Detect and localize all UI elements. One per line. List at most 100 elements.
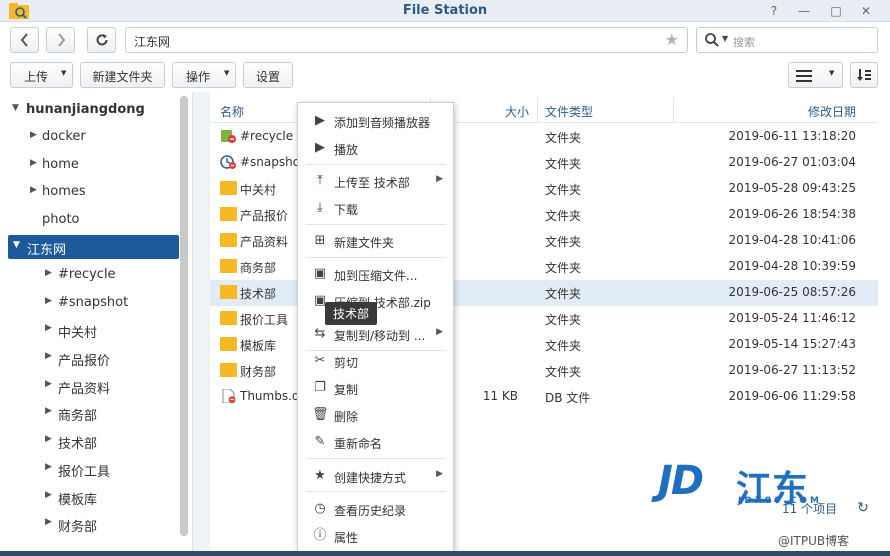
- caret-down-icon: ▼: [829, 69, 835, 77]
- watermark-credit: @ITPUB博客: [778, 534, 850, 548]
- menu-separator: [306, 257, 446, 258]
- forward-button[interactable]: [46, 27, 75, 53]
- context-menu: ▶ 添加到音频播放器 ▶ 播放 ⤒ 上传至 技术部 ▶ ⤓ 下载 ⊞ 新建文件夹…: [297, 102, 454, 552]
- view-mode-button[interactable]: ▼: [788, 62, 843, 88]
- caret-right-icon: ▶: [30, 158, 37, 168]
- upload-button[interactable]: 上传 ▼: [10, 62, 73, 88]
- menu-item-create-shortcut[interactable]: ★ 创建快捷方式 ▶: [298, 463, 453, 489]
- panel-splitter[interactable]: [192, 92, 210, 556]
- caret-right-icon: ▶: [45, 268, 52, 278]
- maximize-button[interactable]: □: [828, 3, 844, 19]
- folder-tree: ▼ hunanjiangdong ▶ docker ▶ home ▶ homes…: [0, 92, 192, 556]
- info-icon: ⓘ: [313, 528, 327, 543]
- tree-child-finance[interactable]: ▶ 财务部: [0, 512, 180, 536]
- tree-child-pricing[interactable]: ▶ 产品报价: [0, 346, 180, 370]
- tree-item-jiangdong[interactable]: ▼ 江东网: [8, 235, 179, 259]
- folder-icon: [220, 259, 237, 273]
- menu-item-delete[interactable]: 🗑 删除: [298, 402, 453, 428]
- toolbar: 上传 ▼ 新建文件夹 操作 ▼ 设置 ▼: [0, 58, 890, 92]
- tree-child-product-docs[interactable]: ▶ 产品资料: [0, 374, 180, 398]
- sidebar-scrollbar[interactable]: [180, 96, 188, 536]
- tree-child-snapshot[interactable]: ▶ #snapshot: [0, 291, 180, 315]
- menu-separator: [306, 458, 446, 459]
- column-name[interactable]: 名称: [220, 103, 244, 120]
- back-button[interactable]: [10, 27, 39, 53]
- path-bar[interactable]: 江东网 ★: [125, 27, 688, 53]
- tree-child-tech[interactable]: ▶ 技术部: [0, 429, 180, 453]
- tree-item-home[interactable]: ▶ home: [0, 153, 180, 177]
- folder-icon: [220, 207, 237, 221]
- menu-item-upload-to[interactable]: ⤒ 上传至 技术部 ▶: [298, 168, 453, 194]
- menu-item-add-to-audio-player[interactable]: ▶ 添加到音频播放器: [298, 108, 453, 134]
- new-folder-button[interactable]: 新建文件夹: [80, 62, 165, 88]
- action-label: 操作: [186, 70, 211, 84]
- folder-icon: [220, 337, 237, 351]
- submenu-arrow-icon: ▶: [436, 469, 443, 479]
- navigation-bar: 江东网 ★ ▼ 搜索: [0, 22, 890, 58]
- menu-item-history[interactable]: ◷ 查看历史纪录: [298, 496, 453, 522]
- minimize-button[interactable]: —: [796, 3, 812, 19]
- help-button[interactable]: ?: [766, 3, 782, 19]
- sort-button[interactable]: [850, 62, 878, 88]
- caret-right-icon: ▶: [45, 406, 52, 416]
- pencil-icon: ✎: [314, 434, 326, 449]
- folder-icon: [220, 363, 237, 377]
- caret-down-icon: ▼: [224, 69, 230, 77]
- tree-child-zhongguancun[interactable]: ▶ 中关村: [0, 318, 180, 342]
- submenu-arrow-icon: ▶: [436, 327, 443, 337]
- caret-down-icon: ▼: [13, 240, 20, 250]
- menu-item-rename[interactable]: ✎ 重新命名: [298, 429, 453, 455]
- folder-icon: [220, 311, 237, 325]
- tree-item-docker[interactable]: ▶ docker: [0, 125, 180, 149]
- menu-separator: [306, 491, 446, 492]
- column-size[interactable]: 大小: [505, 103, 529, 120]
- menu-item-add-to-archive[interactable]: ▣ 加到压缩文件...: [298, 261, 453, 287]
- tree-child-quote-tools[interactable]: ▶ 报价工具: [0, 457, 180, 481]
- tree-item-homes[interactable]: ▶ homes: [0, 180, 180, 204]
- action-button[interactable]: 操作 ▼: [172, 62, 236, 88]
- tree-child-recycle[interactable]: ▶ #recycle: [0, 263, 180, 287]
- tooltip: 技术部: [325, 302, 378, 325]
- upload-label: 上传: [24, 70, 49, 84]
- column-divider: [673, 97, 674, 123]
- trash-icon: 🗑: [312, 407, 329, 422]
- settings-button[interactable]: 设置: [243, 62, 293, 88]
- download-icon: ⤓: [317, 200, 323, 215]
- menu-item-new-folder[interactable]: ⊞ 新建文件夹: [298, 228, 453, 254]
- caret-right-icon: ▶: [45, 379, 52, 389]
- menu-item-play[interactable]: ▶ 播放: [298, 135, 453, 161]
- chevron-down-icon[interactable]: ▼: [722, 34, 728, 43]
- watermark-logo: JD 江东 JDX86.COM: [658, 458, 822, 510]
- clock-icon: ◷: [314, 501, 326, 516]
- tree-child-business[interactable]: ▶ 商务部: [0, 401, 180, 425]
- list-view-icon: [796, 70, 812, 82]
- menu-item-properties[interactable]: ⓘ 属性: [298, 523, 453, 549]
- window-title: File Station: [402, 3, 488, 18]
- menu-item-copy[interactable]: ❐ 复制: [298, 375, 453, 401]
- snapshot-folder-icon: [220, 155, 236, 169]
- play-icon: ▶: [315, 113, 325, 128]
- caret-right-icon: ▶: [45, 434, 52, 444]
- menu-item-download[interactable]: ⤓ 下载: [298, 195, 453, 221]
- sort-icon: [857, 69, 871, 81]
- caret-right-icon: ▶: [45, 323, 52, 333]
- search-input[interactable]: ▼ 搜索: [696, 27, 878, 53]
- column-type[interactable]: 文件类型: [545, 103, 593, 120]
- caret-down-icon: ▼: [61, 69, 67, 77]
- refresh-button[interactable]: [87, 27, 116, 53]
- column-modified[interactable]: 修改日期: [808, 103, 856, 120]
- list-scrollbar[interactable]: [878, 97, 890, 507]
- star-icon[interactable]: ★: [665, 30, 679, 49]
- menu-separator: [306, 164, 446, 165]
- refresh-icon[interactable]: ↻: [852, 500, 874, 520]
- settings-label: 设置: [255, 70, 280, 84]
- tree-item-photo[interactable]: photo: [0, 208, 180, 232]
- archive-icon: ▣: [313, 266, 327, 281]
- tree-child-templates[interactable]: ▶ 模板库: [0, 485, 180, 509]
- scissors-icon: ✂: [314, 353, 326, 368]
- close-button[interactable]: ✕: [858, 3, 874, 19]
- folder-icon: [220, 181, 237, 195]
- menu-item-cut[interactable]: ✂ 剪切: [298, 348, 453, 374]
- tree-root[interactable]: ▼ hunanjiangdong: [0, 98, 180, 122]
- caret-right-icon: ▶: [45, 296, 52, 306]
